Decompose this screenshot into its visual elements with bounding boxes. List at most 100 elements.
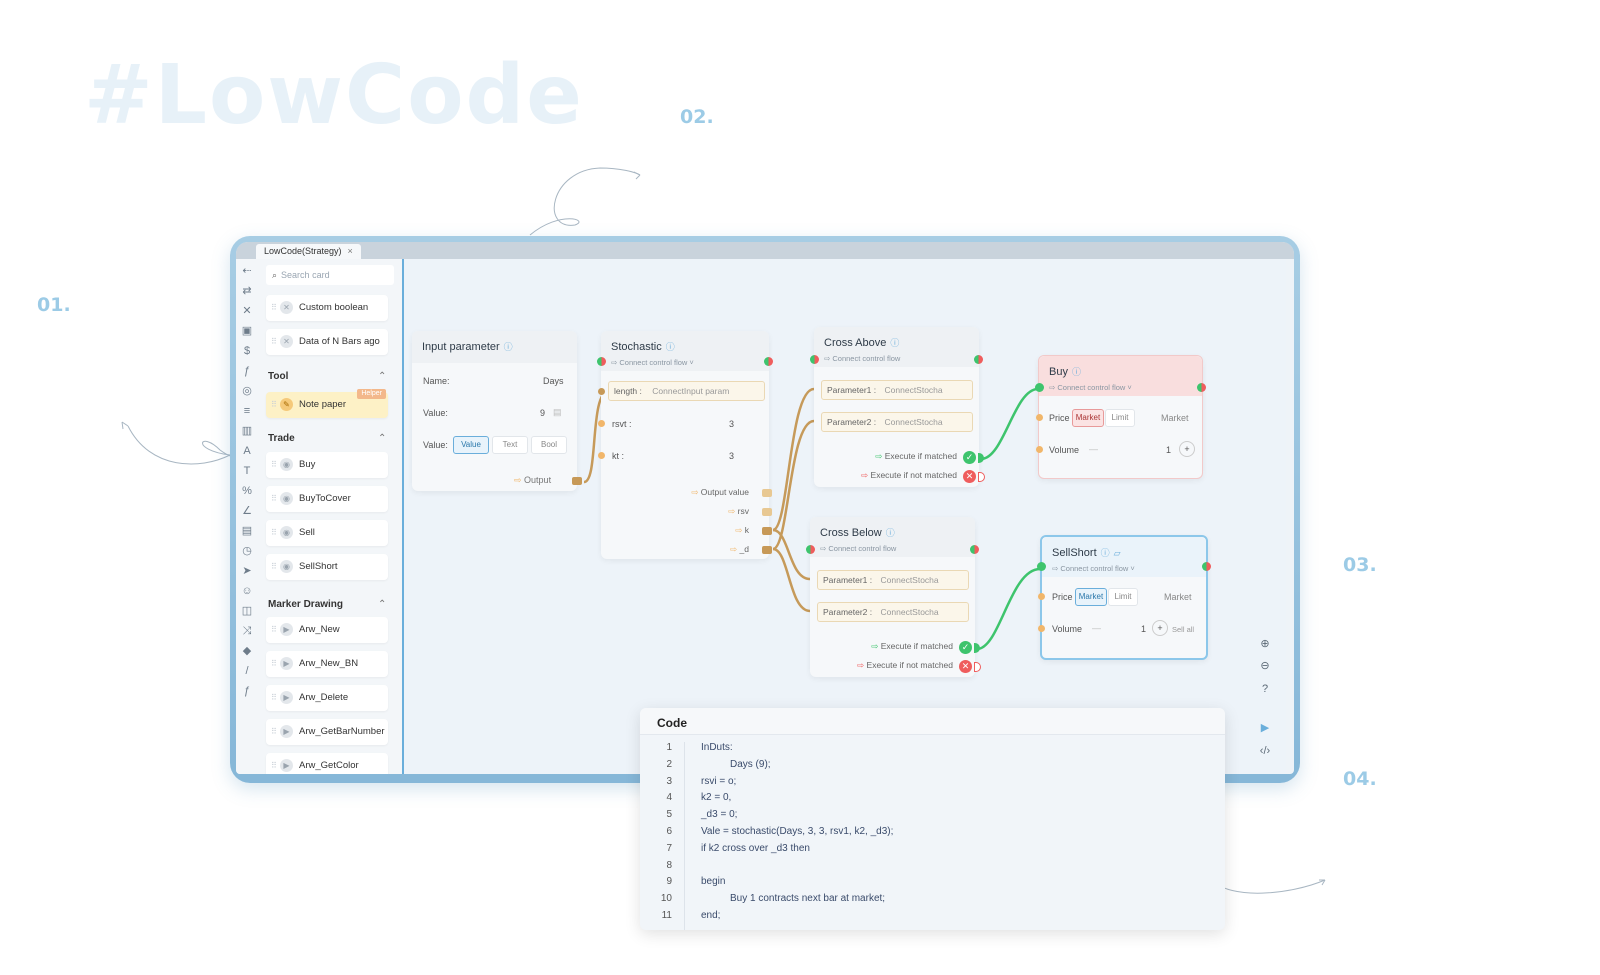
card-buy[interactable]: ⠿ ◉ Buy <box>266 452 388 478</box>
card-sellshort[interactable]: ⠿ ◉ SellShort <box>266 554 388 580</box>
code-icon[interactable]: ‹/› <box>1258 745 1272 757</box>
price-market-option[interactable]: Market <box>1075 588 1107 606</box>
node-cross-above[interactable]: Cross Above ⓘ ⇨ Connect control flow Para… <box>810 327 985 487</box>
minus-icon[interactable]: — <box>1092 623 1101 633</box>
minus-icon[interactable]: — <box>1089 444 1098 454</box>
drag-handle-icon[interactable]: ⠿ <box>271 486 277 512</box>
section-marker-drawing[interactable]: Marker Drawing ⌃ <box>268 599 386 610</box>
control-flow-out-port[interactable] <box>1202 562 1211 571</box>
node-buy[interactable]: Buy ⓘ ⇨ Connect control flow ˅ Price Mark… <box>1035 355 1206 479</box>
percent-icon[interactable]: % <box>241 485 253 497</box>
cross-icon[interactable]: ✕ <box>241 305 253 317</box>
control-flow-out-port[interactable] <box>764 357 773 366</box>
kt-in-port[interactable] <box>598 452 605 459</box>
type-value-option[interactable]: Value <box>453 436 489 454</box>
rsvt-value[interactable]: 3 <box>729 419 734 429</box>
angle-icon[interactable]: ∠ <box>241 505 253 517</box>
drag-handle-icon[interactable]: ⠿ <box>271 329 277 355</box>
card-arw-getcolor[interactable]: ⠿ ▶ Arw_GetColor <box>266 753 388 774</box>
price-in-port[interactable] <box>1038 593 1045 600</box>
length-in-port[interactable] <box>598 388 605 395</box>
price-limit-option[interactable]: Limit <box>1108 588 1138 606</box>
card-custom-boolean[interactable]: ⠿ ✕ Custom boolean <box>266 295 388 321</box>
price-limit-option[interactable]: Limit <box>1105 409 1135 427</box>
node-header[interactable]: Cross Below ⓘ ⇨ Connect control flow <box>810 517 975 557</box>
parameter1-field[interactable]: Parameter1 : ConnectStocha <box>817 570 969 590</box>
card-buytocover[interactable]: ⠿ ◉ BuyToCover <box>266 486 388 512</box>
search-card-input[interactable]: ⌕ Search card <box>266 265 394 285</box>
run-icon[interactable]: ▶ <box>1258 721 1272 734</box>
paint-bucket-icon[interactable]: ◆ <box>241 645 253 657</box>
parameter1-field[interactable]: Parameter1 : ConnectStocha <box>821 380 973 400</box>
flow-canvas[interactable]: Input parameter ⓘ Name: Days Value: 9 ▤ V… <box>404 259 1286 774</box>
type-bool-option[interactable]: Bool <box>531 436 567 454</box>
rsvt-in-port[interactable] <box>598 420 605 427</box>
k-port[interactable] <box>762 527 772 535</box>
type-text-option[interactable]: Text <box>492 436 528 454</box>
chevron-up-icon[interactable]: ⌃ <box>378 371 386 382</box>
drag-handle-icon[interactable]: ⠿ <box>271 295 277 321</box>
drag-handle-icon[interactable]: ⠿ <box>271 452 277 478</box>
cursor-icon[interactable]: ➤ <box>241 565 253 577</box>
stepper-icon[interactable]: ▤ <box>553 407 562 418</box>
price-value[interactable]: Market <box>1164 592 1192 602</box>
dollar-icon[interactable]: $ <box>241 345 253 357</box>
zoom-out-icon[interactable]: ⊖ <box>1258 659 1272 672</box>
chevron-up-icon[interactable]: ⌃ <box>378 433 386 444</box>
function-icon[interactable]: ƒ <box>241 365 253 377</box>
switch-icon[interactable]: ⇄ <box>241 285 253 297</box>
custom-function-icon[interactable]: ƒ <box>241 685 253 697</box>
control-flow-in-port[interactable] <box>1037 562 1046 571</box>
database-icon[interactable]: ◫ <box>241 605 253 617</box>
rsv-port[interactable] <box>762 508 772 516</box>
control-flow-out-port[interactable] <box>970 545 979 554</box>
name-value[interactable]: Days <box>543 376 564 386</box>
plus-icon[interactable]: + <box>1152 620 1168 636</box>
output-value-port[interactable] <box>762 489 772 497</box>
card-arw-delete[interactable]: ⠿ ▶ Arw_Delete <box>266 685 388 711</box>
card-arw-new-bn[interactable]: ⠿ ▶ Arw_New_BN <box>266 651 388 677</box>
align-icon[interactable]: ≡ <box>241 405 253 417</box>
shuffle-icon[interactable]: ⤨ <box>241 625 253 637</box>
drag-handle-icon[interactable]: ⠿ <box>271 392 277 418</box>
control-flow-in-port[interactable] <box>597 357 606 366</box>
node-sellshort[interactable]: SellShort ⓘ ▱ ⇨ Connect control flow ˅ Pri… <box>1037 535 1211 660</box>
node-input-parameter[interactable]: Input parameter ⓘ Name: Days Value: 9 ▤ V… <box>412 331 582 491</box>
tab-lowcode-strategy[interactable]: LowCode(Strategy) × <box>256 244 361 259</box>
drag-handle-icon[interactable]: ⠿ <box>271 685 277 711</box>
zoom-in-icon[interactable]: ⊕ <box>1258 637 1272 650</box>
user-icon[interactable]: ☺ <box>241 585 253 597</box>
volume-value[interactable]: 1 <box>1166 445 1171 455</box>
drag-handle-icon[interactable]: ⠿ <box>271 719 277 745</box>
kt-value[interactable]: 3 <box>729 451 734 461</box>
node-header[interactable]: SellShort ⓘ ▱ ⇨ Connect control flow ˅ <box>1042 537 1206 577</box>
node-header[interactable]: Cross Above ⓘ ⇨ Connect control flow <box>814 327 979 367</box>
parameter2-field[interactable]: Parameter2 : ConnectStocha <box>817 602 969 622</box>
card-arw-new[interactable]: ⠿ ▶ Arw_New <box>266 617 388 643</box>
drag-handle-icon[interactable]: ⠿ <box>271 753 277 774</box>
chevron-up-icon[interactable]: ⌃ <box>378 599 386 610</box>
output-port[interactable] <box>572 477 582 485</box>
text-icon[interactable]: T <box>241 465 253 477</box>
sell-all-button[interactable]: Sell all <box>1172 625 1194 634</box>
globe-icon[interactable]: ◎ <box>241 385 253 397</box>
tab-close-icon[interactable]: × <box>348 246 353 256</box>
section-tool[interactable]: Tool ⌃ <box>268 371 386 382</box>
code-editor[interactable]: 1 InDuts: 2 Days (9); 3 rsvi = o; 4 k2 = 0, 5 _d3… <box>640 742 1225 930</box>
card-note-paper[interactable]: ⠿ ✎ Note paper Helper <box>266 389 388 418</box>
briefcase-icon[interactable]: ▣ <box>241 325 253 337</box>
control-flow-in-port[interactable] <box>806 545 815 554</box>
drag-handle-icon[interactable]: ⠿ <box>271 554 277 580</box>
calendar-icon[interactable]: ▤ <box>241 525 253 537</box>
card-sell[interactable]: ⠿ ◉ Sell <box>266 520 388 546</box>
clock-icon[interactable]: ◷ <box>241 545 253 557</box>
drag-handle-icon[interactable]: ⠿ <box>271 520 277 546</box>
chart-icon[interactable]: ▥ <box>241 425 253 437</box>
control-flow-out-port[interactable] <box>974 355 983 364</box>
price-in-port[interactable] <box>1036 414 1043 421</box>
control-flow-in-port[interactable] <box>810 355 819 364</box>
section-trade[interactable]: Trade ⌃ <box>268 433 386 444</box>
node-header[interactable]: Stochastic ⓘ ⇨ Connect control flow ˅ <box>601 331 769 371</box>
help-icon[interactable]: ? <box>1258 683 1272 695</box>
node-header[interactable]: Input parameter ⓘ <box>412 331 577 363</box>
